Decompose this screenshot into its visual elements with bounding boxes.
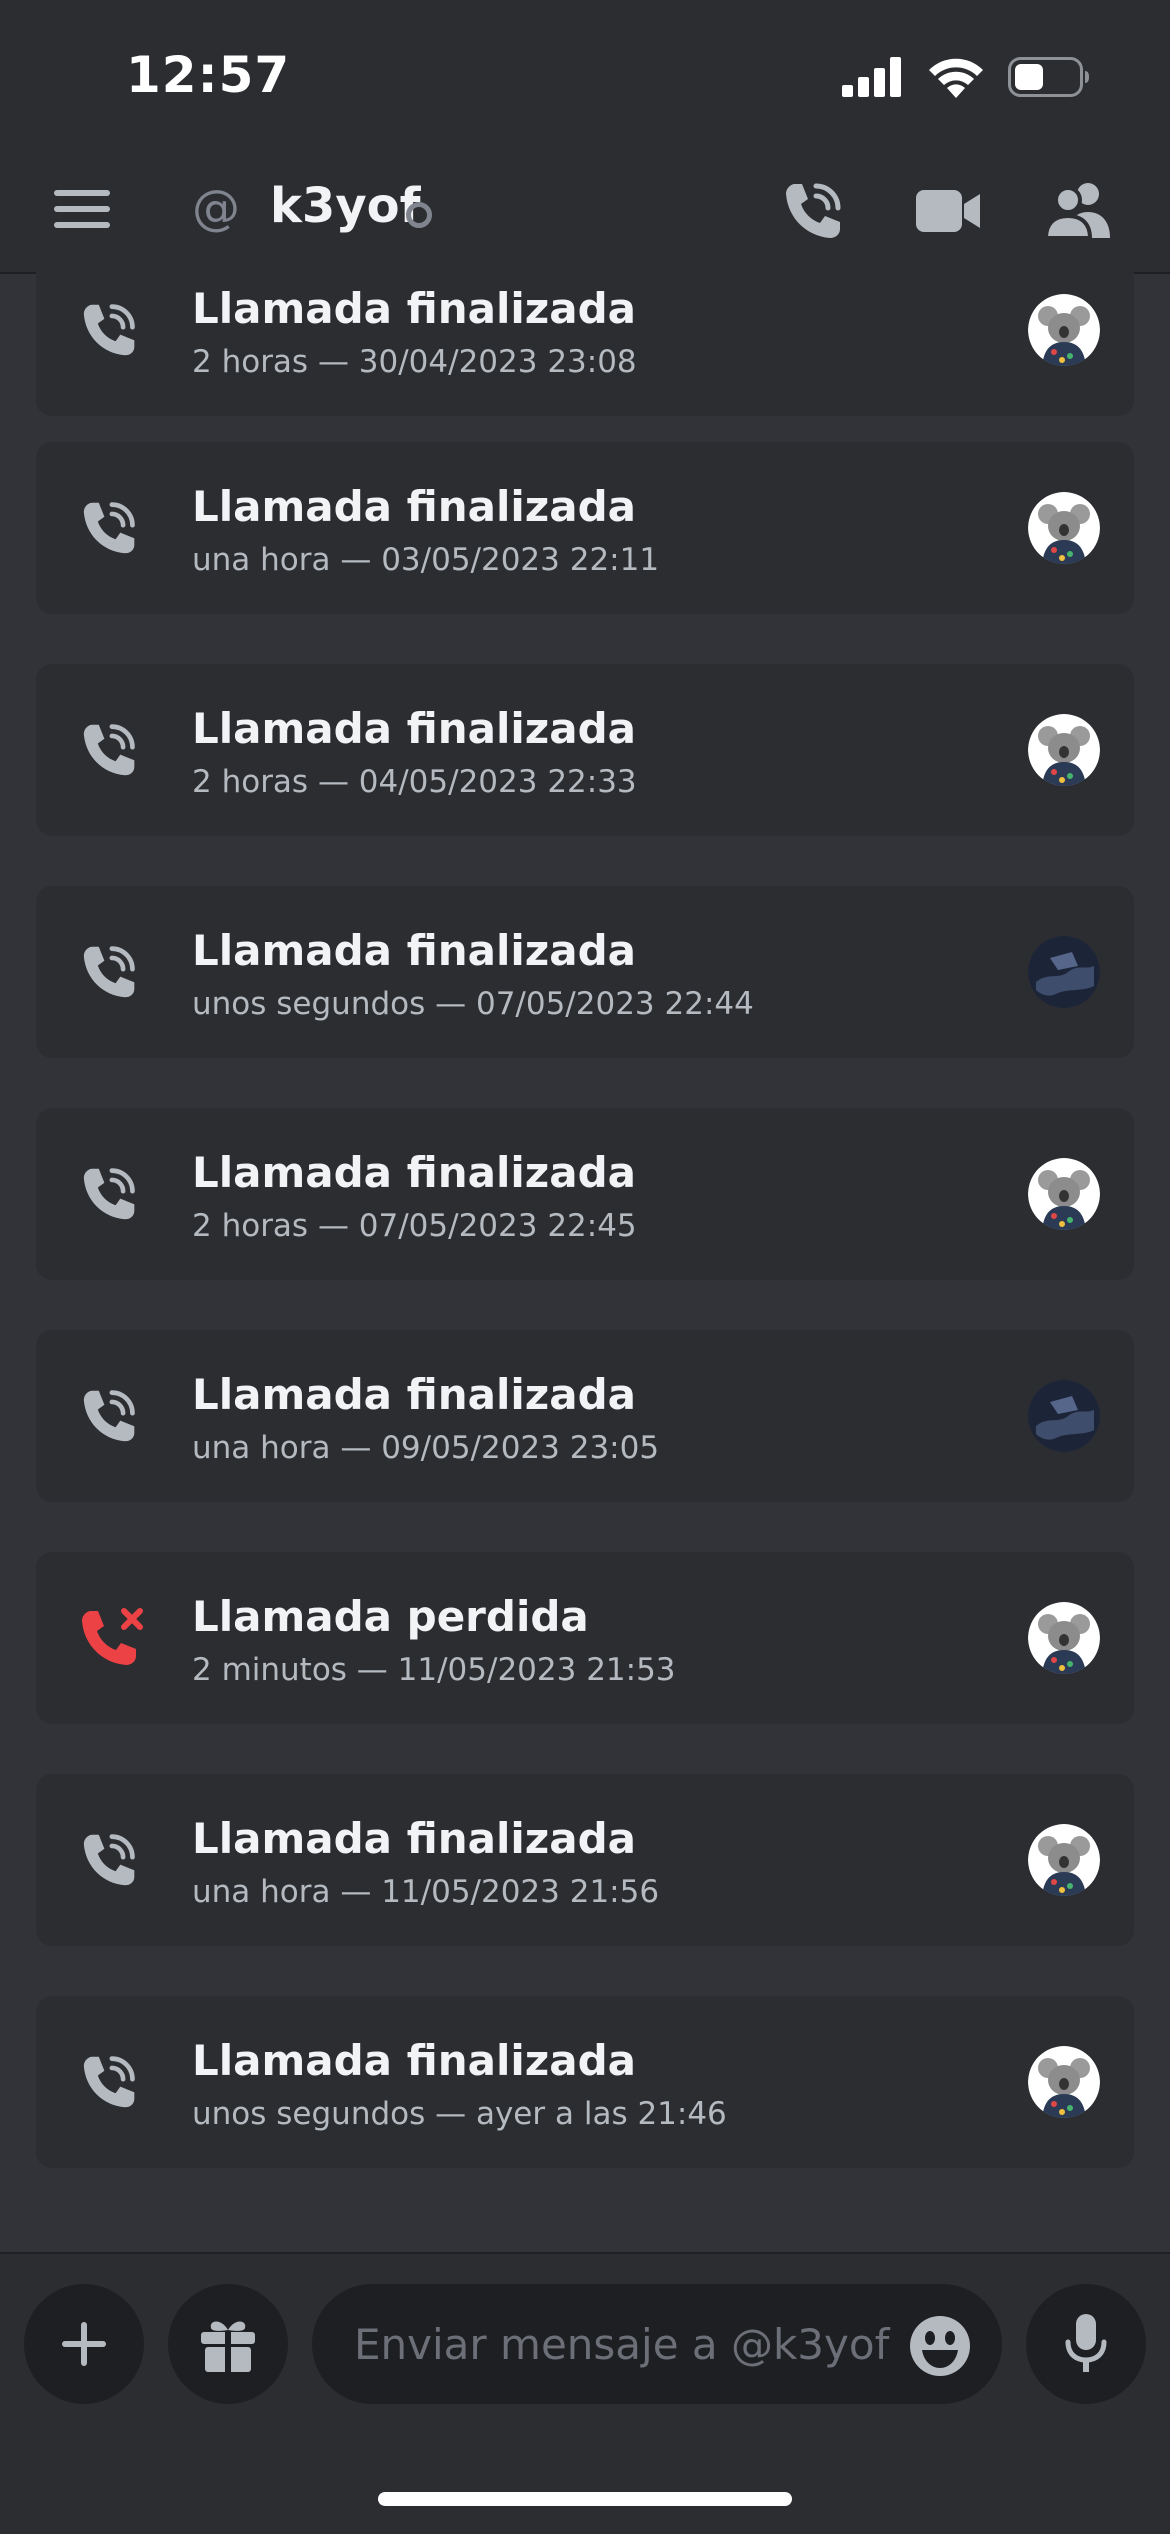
wifi-icon (929, 58, 983, 98)
cellular-signal-icon (842, 57, 901, 97)
call-details: una hora — 03/05/2023 22:11 (192, 542, 660, 578)
call-ended-icon (83, 1834, 135, 1886)
status-bar: 12:57 (0, 0, 1170, 150)
koala-avatar[interactable] (1028, 1824, 1100, 1896)
call-details: 2 horas — 04/05/2023 22:33 (192, 764, 637, 800)
offline-status-icon (406, 202, 432, 228)
call-log-item[interactable]: Llamada finalizada 2 horas — 04/05/2023 … (36, 664, 1134, 836)
call-title: Llamada finalizada (192, 482, 636, 531)
call-details: 2 minutos — 11/05/2023 21:53 (192, 1652, 676, 1688)
menu-icon[interactable] (54, 188, 110, 230)
phone-call-icon[interactable] (782, 180, 846, 242)
call-details: unos segundos — 07/05/2023 22:44 (192, 986, 754, 1022)
members-icon[interactable] (1046, 180, 1112, 238)
call-ended-icon (83, 304, 135, 356)
status-time: 12:57 (126, 46, 291, 104)
missed-call-icon (82, 1608, 143, 1665)
call-details: una hora — 09/05/2023 23:05 (192, 1430, 660, 1466)
call-details: unos segundos — ayer a las 21:46 (192, 2096, 727, 2132)
voice-message-button[interactable] (1026, 2284, 1146, 2404)
call-title: Llamada finalizada (192, 1370, 636, 1419)
call-log-item[interactable]: Llamada finalizada una hora — 09/05/2023… (36, 1330, 1134, 1502)
call-ended-icon (83, 502, 135, 554)
koala-avatar[interactable] (1028, 492, 1100, 564)
call-details: 2 horas — 30/04/2023 23:08 (192, 344, 637, 380)
call-title: Llamada finalizada (192, 926, 636, 975)
koala-avatar[interactable] (1028, 714, 1100, 786)
call-ended-icon (83, 946, 135, 998)
dm-username[interactable]: k3yof (270, 178, 420, 234)
call-log-item[interactable]: Llamada finalizada unos segundos — ayer … (36, 1996, 1134, 2168)
call-log-item[interactable]: Llamada finalizada 2 horas — 07/05/2023 … (36, 1108, 1134, 1280)
call-ended-icon (83, 2056, 135, 2108)
at-icon: @ (192, 180, 240, 236)
call-details: una hora — 11/05/2023 21:56 (192, 1874, 660, 1910)
emoji-icon[interactable] (908, 2314, 972, 2378)
call-log-item-missed[interactable]: Llamada perdida 2 minutos — 11/05/2023 2… (36, 1552, 1134, 1724)
call-title: Llamada finalizada (192, 1148, 636, 1197)
call-title: Llamada finalizada (192, 284, 636, 333)
call-log-item[interactable]: Llamada finalizada una hora — 03/05/2023… (36, 442, 1134, 614)
call-ended-icon (83, 1168, 135, 1220)
koala-avatar[interactable] (1028, 1158, 1100, 1230)
battery-icon (1008, 57, 1089, 97)
dark-avatar[interactable] (1028, 1380, 1100, 1452)
gift-button[interactable] (168, 2284, 288, 2404)
call-log-item[interactable]: Llamada finalizada unos segundos — 07/05… (36, 886, 1134, 1058)
video-camera-icon[interactable] (916, 188, 982, 234)
call-ended-icon (83, 724, 135, 776)
add-attachment-button[interactable] (24, 2284, 144, 2404)
home-indicator (378, 2492, 792, 2506)
microphone-icon (1065, 2314, 1107, 2372)
status-icons (842, 56, 1090, 98)
plus-icon (62, 2322, 106, 2366)
call-title: Llamada perdida (192, 1592, 589, 1641)
call-title: Llamada finalizada (192, 704, 636, 753)
call-details: 2 horas — 07/05/2023 22:45 (192, 1208, 637, 1244)
call-title: Llamada finalizada (192, 1814, 636, 1863)
call-title: Llamada finalizada (192, 2036, 636, 2085)
dark-avatar[interactable] (1028, 936, 1100, 1008)
koala-avatar[interactable] (1028, 1602, 1100, 1674)
call-log-item[interactable]: Llamada finalizada una hora — 11/05/2023… (36, 1774, 1134, 1946)
gift-icon (201, 2321, 255, 2372)
message-input[interactable] (312, 2284, 1002, 2404)
koala-avatar[interactable] (1028, 2046, 1100, 2118)
koala-avatar[interactable] (1028, 294, 1100, 366)
call-log-item[interactable]: Llamada finalizada 2 horas — 30/04/2023 … (36, 244, 1134, 416)
call-ended-icon (83, 1390, 135, 1442)
